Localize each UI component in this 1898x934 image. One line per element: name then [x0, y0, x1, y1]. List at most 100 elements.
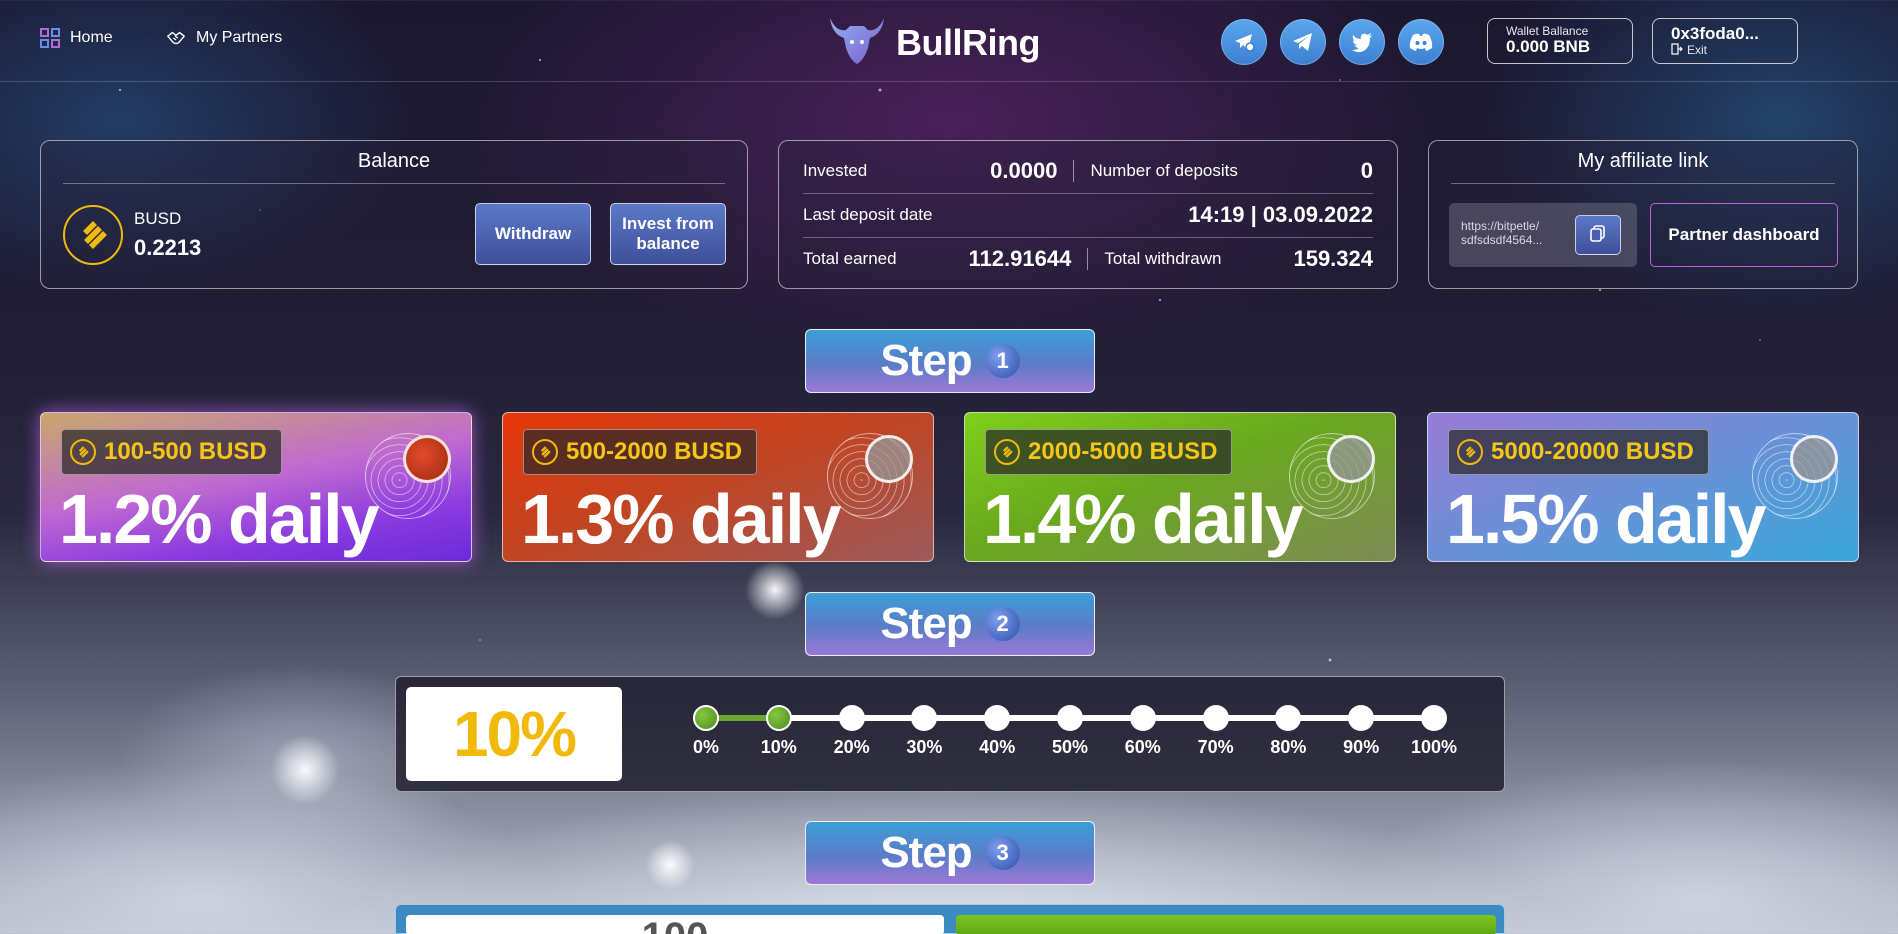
earned-label: Total earned — [803, 249, 897, 268]
invested-value: 0.0000 — [990, 158, 1058, 183]
partner-dashboard-button[interactable]: Partner dashboard — [1650, 203, 1838, 267]
plan-card-4[interactable]: 5000-20000 BUSD 1.5% daily — [1427, 412, 1859, 562]
affiliate-panel: My affiliate link https://bitpetle/ sdfs… — [1428, 140, 1858, 289]
slider-step-0[interactable] — [693, 705, 719, 731]
telegram-icon[interactable] — [1280, 19, 1326, 65]
invested-label: Invested — [803, 161, 868, 180]
plan-rate: 1.5% daily — [1446, 480, 1767, 558]
plan-rate: 1.4% daily — [983, 480, 1304, 558]
stats-row-invested: Invested 0.0000 Number of deposits 0 — [803, 149, 1373, 193]
slider-step-20[interactable] — [838, 705, 865, 731]
slider-tick-label: 20% — [833, 737, 870, 757]
plan-card-1[interactable]: 100-500 BUSD 1.2% daily — [40, 412, 472, 562]
balance-panel: Balance BUSD 0.2213 Withdraw Invest from… — [40, 140, 748, 289]
invest-button[interactable] — [956, 915, 1496, 934]
nav-partners-label: My Partners — [196, 29, 283, 46]
balance-currency: BUSD — [134, 209, 182, 228]
exit-button[interactable]: Exit — [1671, 43, 1779, 58]
grid-icon — [40, 28, 60, 48]
plan-range-label: 500-2000 BUSD — [566, 438, 743, 465]
withdraw-button[interactable]: Withdraw — [475, 203, 591, 265]
glow-orb — [745, 560, 805, 620]
step-3-panel: 100 — [395, 904, 1505, 934]
slider-step-70[interactable] — [1202, 705, 1229, 731]
slider-step-80[interactable] — [1275, 705, 1302, 731]
plan-range-label: 100-500 BUSD — [104, 438, 267, 465]
slider-step-40[interactable] — [984, 705, 1011, 731]
slider-tick-label: 80% — [1270, 737, 1307, 757]
withdrawn-label: Total withdrawn — [1104, 249, 1222, 268]
plan-range-badge: 2000-5000 BUSD — [985, 429, 1233, 475]
slider-step-50[interactable] — [1057, 705, 1083, 731]
step-3-badge: Step 3 — [805, 821, 1095, 885]
affiliate-title: My affiliate link — [1577, 150, 1709, 172]
slider-step-10[interactable] — [765, 705, 792, 731]
plan-radio[interactable] — [865, 435, 913, 483]
slider-tick-label: 90% — [1343, 737, 1380, 757]
stats-row-last-deposit: Last deposit date 14:19 | 03.09.2022 — [803, 193, 1373, 237]
copy-button[interactable] — [1575, 215, 1621, 255]
busd-coin-icon — [532, 439, 558, 465]
busd-coin-icon — [1457, 439, 1483, 465]
stats-panel: Invested 0.0000 Number of deposits 0 Las… — [778, 140, 1398, 289]
busd-coin-icon — [994, 439, 1020, 465]
invest-from-balance-button[interactable]: Invest from balance — [610, 203, 726, 265]
balance-amount: 0.2213 — [134, 235, 202, 260]
slider-step-100[interactable] — [1421, 705, 1447, 731]
slider-tick-label: 0% — [692, 737, 719, 757]
divider — [1087, 248, 1089, 270]
slider-step-30[interactable] — [911, 705, 938, 731]
nav-home-label: Home — [70, 29, 113, 46]
nav-home[interactable]: Home — [40, 28, 113, 48]
stats-row-totals: Total earned 112.91644 Total withdrawn 1… — [803, 237, 1373, 281]
plan-range-label: 5000-20000 BUSD — [1491, 438, 1694, 465]
plan-card-2[interactable]: 500-2000 BUSD 1.3% daily — [502, 412, 934, 562]
amount-input[interactable]: 100 — [406, 915, 944, 934]
step-2-badge: Step 2 — [805, 592, 1095, 656]
reinvest-slider-panel: 10% 0% 10% 20% 30% 40% 50% 60% 70% 80% 90% 100% — [395, 676, 1505, 792]
earned-value: 112.91644 — [968, 246, 1072, 271]
wallet-address: 0x3foda0... — [1671, 24, 1759, 43]
balance-title: Balance — [357, 150, 431, 172]
slider-step-90[interactable] — [1348, 705, 1375, 731]
slider-tick-label: 100% — [1410, 737, 1458, 757]
slider-tick-label: 30% — [906, 737, 943, 757]
step-number: 2 — [985, 607, 1020, 641]
bull-icon — [826, 12, 888, 73]
slider-tick-label: 40% — [979, 737, 1016, 757]
slider-step-60[interactable] — [1129, 705, 1156, 731]
withdrawn-value: 159.324 — [1293, 246, 1373, 271]
busd-coin-icon — [70, 439, 96, 465]
exit-label: Exit — [1687, 43, 1708, 57]
divider — [63, 183, 725, 184]
last-deposit-value: 14:19 | 03.09.2022 — [1188, 202, 1373, 227]
twitter-icon[interactable] — [1339, 19, 1385, 65]
top-bar: Home My Partners BullRing Wallet Ballanc… — [0, 0, 1898, 82]
step-label: Step — [880, 599, 972, 648]
discord-icon[interactable] — [1398, 19, 1444, 65]
exit-icon — [1671, 43, 1683, 58]
last-deposit-label: Last deposit date — [803, 205, 933, 224]
plan-rate: 1.2% daily — [59, 480, 380, 558]
plan-radio[interactable] — [1327, 435, 1375, 483]
glow-orb — [270, 735, 340, 805]
slider-tick-label: 70% — [1197, 737, 1234, 757]
step-1-badge: Step 1 — [805, 329, 1095, 393]
wallet-address-box[interactable]: 0x3foda0... Exit — [1652, 18, 1798, 64]
step-number: 1 — [985, 344, 1020, 378]
plan-radio-selected[interactable] — [403, 435, 451, 483]
slider-tick-label: 50% — [1051, 737, 1089, 757]
brand-name: BullRing — [896, 21, 1040, 63]
plan-range-badge: 500-2000 BUSD — [523, 429, 758, 475]
telegram-chat-icon[interactable] — [1221, 19, 1267, 65]
plan-radio[interactable] — [1790, 435, 1838, 483]
deposits-value: 0 — [1360, 158, 1373, 183]
nav-my-partners[interactable]: My Partners — [166, 28, 282, 48]
brand-logo[interactable]: BullRing — [826, 12, 1040, 73]
wallet-balance-value: 0.000 BNB — [1506, 37, 1591, 56]
divider — [1073, 160, 1075, 182]
plan-card-3[interactable]: 2000-5000 BUSD 1.4% daily — [964, 412, 1396, 562]
affiliate-link-field[interactable]: https://bitpetle/ sdfsdsdf4564... — [1449, 203, 1637, 267]
plan-range-badge: 100-500 BUSD — [61, 429, 282, 475]
step-number: 3 — [985, 836, 1020, 870]
